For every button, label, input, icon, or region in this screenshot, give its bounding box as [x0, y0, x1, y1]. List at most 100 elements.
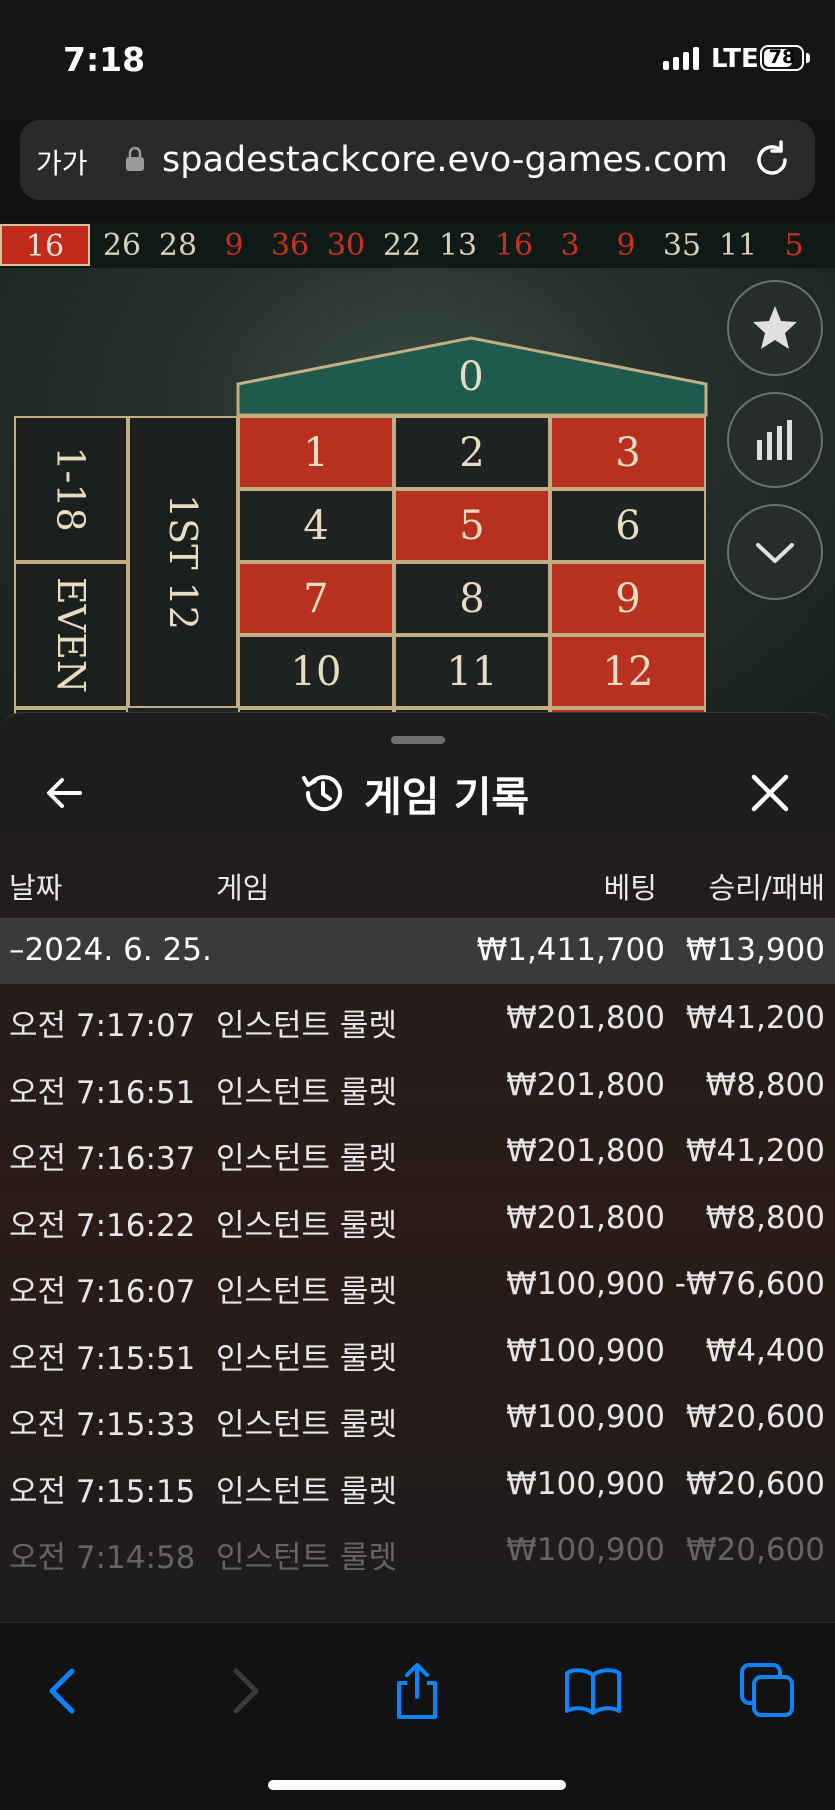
number-cell-12[interactable]: 12 — [550, 635, 706, 708]
bet-amount: ₩100,900 — [506, 1465, 665, 1502]
result-amount: ₩8,800 — [705, 1199, 825, 1236]
bet-even[interactable]: EVEN — [14, 562, 128, 708]
text-size-button[interactable]: 가가 — [36, 142, 88, 182]
result-amount: ₩20,600 — [685, 1465, 825, 1502]
latest-result: 16 — [0, 224, 90, 266]
number-cell-4[interactable]: 4 — [238, 489, 394, 562]
number-cell-3[interactable]: 3 — [550, 416, 706, 489]
url-text[interactable]: spadestackcore.evo-games.com — [162, 140, 728, 180]
number-cell-8[interactable]: 8 — [394, 562, 550, 635]
bet-amount: ₩100,900 — [506, 1399, 665, 1435]
number-cell-7[interactable]: 7 — [238, 562, 394, 635]
close-icon[interactable] — [748, 771, 792, 815]
col-header-game[interactable]: 게임 — [216, 865, 269, 907]
safari-forward-icon[interactable] — [214, 1661, 274, 1721]
share-icon[interactable] — [387, 1661, 447, 1721]
favorites-button[interactable] — [727, 280, 823, 376]
bet-amount: ₩201,800 — [506, 1000, 665, 1036]
sheet-handle[interactable] — [391, 736, 445, 744]
result-history-strip: 16 26 28 9 36 30 22 13 16 3 9 35 11 5 — [0, 222, 835, 268]
bet-amount: ₩201,800 — [506, 1199, 665, 1236]
number-cell-11[interactable]: 11 — [394, 635, 550, 708]
history-row[interactable]: 오전 7:16:22 인스턴트 룰렛 ₩201,800 ₩8,800 — [0, 1188, 835, 1254]
game-name: 인스턴트 룰렛 — [216, 1274, 397, 1310]
history-row[interactable]: 오전 7:16:51 인스턴트 룰렛 ₩201,800 ₩8,800 — [0, 1055, 835, 1121]
history-number: 36 — [270, 227, 310, 263]
history-row[interactable]: 오전 7:16:07 인스턴트 룰렛 ₩100,900 -₩76,600 — [0, 1254, 835, 1320]
star-icon — [753, 306, 797, 349]
bet-first-dozen[interactable]: 1ST 12 — [128, 416, 238, 708]
signal-icon — [663, 47, 699, 70]
result-amount: ₩41,200 — [685, 1000, 825, 1036]
result-amount: ₩4,400 — [705, 1332, 825, 1369]
history-number: 9 — [224, 227, 244, 263]
safari-back-icon[interactable] — [34, 1661, 94, 1721]
history-number: 9 — [616, 227, 636, 263]
result-amount: ₩20,600 — [685, 1532, 825, 1568]
history-number: 11 — [718, 227, 758, 263]
battery-cap — [806, 53, 810, 63]
sheet-header: 게임 기록 — [300, 763, 529, 823]
history-number: 22 — [382, 227, 422, 263]
game-area: 0 1-18 EVEN 1ST 12 1 2 3 4 5 6 7 8 9 10 11 12 — [0, 268, 835, 728]
number-cell-9[interactable]: 9 — [550, 562, 706, 635]
history-number: 30 — [326, 227, 366, 263]
history-row[interactable]: 오전 7:17:07 인스턴트 룰렛 ₩201,800 ₩41,200 — [0, 988, 835, 1054]
history-row[interactable]: 오전 7:15:51 인스턴트 룰렛 ₩100,900 ₩4,400 — [0, 1321, 835, 1387]
round-time: 오전 7:15:33 — [9, 1407, 196, 1443]
game-name: 인스턴트 룰렛 — [216, 1141, 397, 1177]
number-cell-2[interactable]: 2 — [394, 416, 550, 489]
col-header-bet[interactable]: 베팅 — [604, 865, 657, 907]
result-amount: ₩8,800 — [705, 1066, 825, 1103]
home-indicator[interactable] — [268, 1780, 566, 1790]
status-time: 7:18 — [63, 40, 146, 79]
bet-low-label: 1-18 — [49, 446, 93, 532]
history-row[interactable]: 오전 7:15:15 인스턴트 룰렛 ₩100,900 ₩20,600 — [0, 1454, 835, 1520]
bet-amount: ₩100,900 — [506, 1266, 665, 1302]
tabs-icon[interactable] — [738, 1661, 798, 1721]
round-time: 오전 7:16:07 — [9, 1274, 196, 1310]
history-number: 28 — [158, 227, 198, 263]
game-name: 인스턴트 룰렛 — [216, 1407, 397, 1443]
bet-low[interactable]: 1-18 — [14, 416, 128, 562]
date-group-row[interactable]: –2024. 6. 25. ₩1,411,700 ₩13,900 — [0, 918, 835, 984]
col-header-date[interactable]: 날짜 — [9, 865, 62, 907]
history-number: 5 — [784, 227, 804, 263]
round-time: 오전 7:15:15 — [9, 1473, 196, 1510]
reload-icon[interactable] — [750, 138, 794, 182]
history-row[interactable]: 오전 7:16:37 인스턴트 룰렛 ₩201,800 ₩41,200 — [0, 1121, 835, 1187]
result-amount: ₩20,600 — [685, 1399, 825, 1435]
round-time: 오전 7:16:22 — [9, 1207, 196, 1244]
number-cell-1[interactable]: 1 — [238, 416, 394, 489]
back-arrow-icon[interactable] — [44, 773, 84, 813]
bookmarks-icon[interactable] — [563, 1661, 623, 1721]
history-number: 3 — [560, 227, 580, 263]
battery-percent: 78 — [768, 46, 796, 68]
number-cell-6[interactable]: 6 — [550, 489, 706, 562]
result-amount: -₩76,600 — [674, 1266, 825, 1302]
game-name: 인스턴트 룰렛 — [216, 1074, 397, 1111]
round-time: 오전 7:17:07 — [9, 1008, 196, 1044]
chevron-down-icon — [756, 543, 794, 563]
col-header-result[interactable]: 승리/패배 — [709, 865, 826, 907]
status-bar: 7:18 LTE 78 — [0, 0, 835, 118]
lock-icon — [126, 146, 144, 171]
date-group-bet: ₩1,411,700 — [476, 932, 665, 968]
network-type: LTE — [711, 44, 759, 74]
round-time: 오전 7:14:58 — [9, 1540, 196, 1576]
bet-amount: ₩100,900 — [506, 1532, 665, 1568]
bet-amount: ₩100,900 — [506, 1332, 665, 1369]
address-bar[interactable]: 가가 spadestackcore.evo-games.com — [20, 120, 815, 200]
game-name: 인스턴트 룰렛 — [216, 1540, 397, 1576]
collapse-button[interactable] — [727, 504, 823, 600]
statistics-button[interactable] — [727, 392, 823, 488]
date-group-date: –2024. 6. 25. — [9, 932, 212, 968]
history-row[interactable]: 오전 7:15:33 인스턴트 룰렛 ₩100,900 ₩20,600 — [0, 1387, 835, 1453]
number-cell-10[interactable]: 10 — [238, 635, 394, 708]
result-amount: ₩41,200 — [685, 1133, 825, 1169]
number-cell-5[interactable]: 5 — [394, 489, 550, 562]
game-name: 인스턴트 룰렛 — [216, 1340, 397, 1377]
game-name: 인스턴트 룰렛 — [216, 1473, 397, 1510]
bet-amount: ₩201,800 — [506, 1066, 665, 1103]
history-row[interactable]: 오전 7:14:58 인스턴트 룰렛 ₩100,900 ₩20,600 — [0, 1520, 835, 1586]
